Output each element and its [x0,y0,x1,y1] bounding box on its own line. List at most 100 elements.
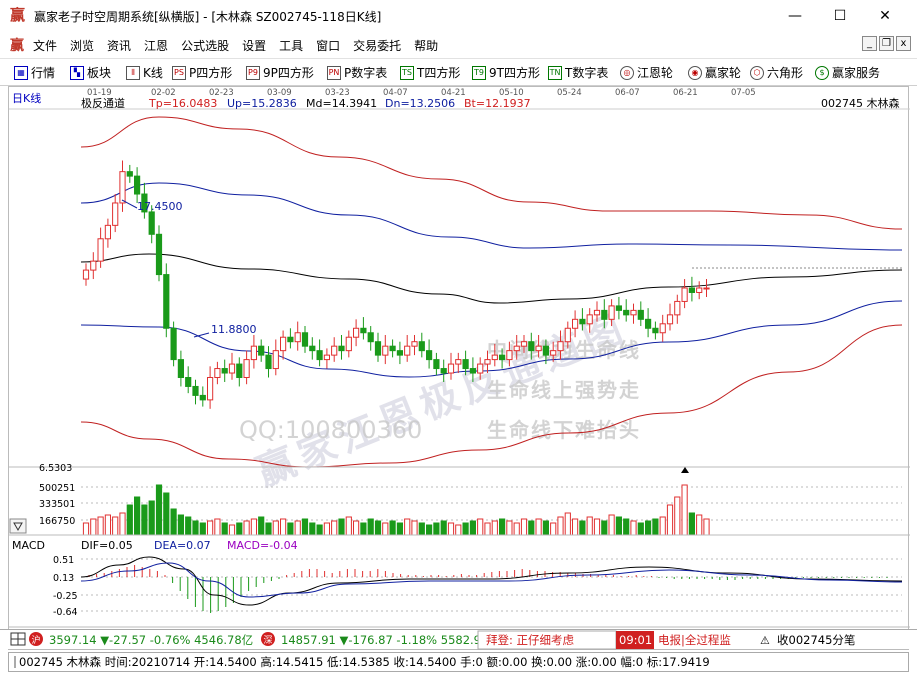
menu-item-2[interactable]: 资讯 [107,37,131,54]
mdi-restore-button[interactable]: ❐ [879,36,894,51]
toolbar-p-number-table-button[interactable]: PN P数字表 [327,64,387,81]
menu-item-4[interactable]: 公式选股 [181,37,229,54]
life-line [80,253,903,304]
candle-body [134,175,141,195]
candle-body [696,287,703,293]
volume-bar [440,520,447,536]
menu-item-9[interactable]: 帮助 [414,37,438,54]
kline-chart[interactable]: 日K线 01-19 02-02 02-23 03-09 03-23 04-07 04-21 05… [9,87,910,651]
volume-bar [623,518,630,536]
maximize-button[interactable]: ☐ [825,5,855,27]
candle-body [593,309,601,316]
candle-body [280,336,287,352]
candle-body [287,336,294,343]
toolbar-label: T数字表 [565,66,609,80]
candle-body [250,345,258,361]
candle-body [353,327,360,338]
candle-body [652,327,659,334]
dollar-icon: $ [815,65,829,80]
candle-body [418,341,425,352]
volume-bar [447,522,455,536]
toolbar-label: 赢家轮 [705,66,742,80]
candle-body [90,260,97,271]
toolbar-label: 六角形 [767,66,804,80]
volume-bar [207,520,214,536]
candle-body [345,336,352,352]
upper-channel-line [80,182,903,251]
volume-bar [389,520,396,536]
menu-item-5[interactable]: 设置 [242,37,266,54]
shenzhen-index-text: 14857.91 ▼-176.87 -1.18% 5582.9 [281,633,481,647]
blocks-icon: ▚ [70,65,84,80]
menu-item-3[interactable]: 江恩 [144,37,168,54]
toolbar-label: T四方形 [417,66,461,80]
mdi-minimize-button[interactable]: _ [862,36,877,51]
menu-item-8[interactable]: 交易委托 [353,37,401,54]
alert-text[interactable]: 收002745分笔 [777,633,855,647]
shanghai-badge-text: 沪 [31,634,40,646]
volume-bar [301,518,309,536]
market-status-svg: 沪 3597.14 ▼-27.57 -0.76% 4546.78亿 深 1485… [10,630,855,650]
toolbar-9p-square-button[interactable]: P9 9P四方形 [246,64,314,81]
candle-body [236,363,243,379]
quote-detail-svg: 002745 木林森 时间:20210714 开:14.5400 高:14.54… [14,655,710,669]
toolbar-p-square-button[interactable]: PS P四方形 [172,64,232,81]
bt-value: Bt=12.1937 [464,97,531,110]
volume-bar [615,516,622,536]
macd-tick-label: 0.51 [53,555,74,566]
p-square-icon: PS [172,65,186,80]
candle-body [557,341,564,352]
volume-bar [228,524,236,536]
macd-tick-label: 0.13 [53,573,74,584]
volume-bar [294,520,301,536]
toolbar-dollar-button[interactable]: $ 赢家服务 [815,64,880,81]
candle-body [506,350,513,361]
candle-body [513,345,520,352]
candle-body [148,211,155,235]
toolbar-9t-square-button[interactable]: T9 9T四方形 [472,64,540,81]
volume-bar [134,496,141,536]
volume-bar [579,520,586,536]
toolbar-t-square-button[interactable]: TS T四方形 [400,64,460,81]
volume-bar [374,520,382,536]
volume-bar [316,524,323,536]
news-link[interactable]: 电报|全过程监 [658,633,731,647]
menu-item-7[interactable]: 窗口 [316,37,340,54]
menu-item-0[interactable]: 文件 [33,37,57,54]
chart-area[interactable]: 日K线 01-19 02-02 02-23 03-09 03-23 04-07 04-21 05… [8,86,910,651]
volume-bar [681,484,688,536]
candle-body [550,350,557,356]
volume-tick-label: 166750 [39,516,75,527]
volume-bar [506,520,513,536]
toolbar-candlestick-button[interactable]: ⫴ K线 [126,64,163,81]
volume-bar [572,518,579,536]
date-tick-label: 06-07 [615,88,640,98]
toolbar-hexagon-button[interactable]: ⬡ 六角形 [750,64,803,81]
toolbar-blocks-button[interactable]: ▚ 板块 [70,64,111,81]
volume-bar [119,512,126,536]
toolbar-winner-wheel-button[interactable]: ◉ 赢家轮 [688,64,741,81]
volume-bar [586,516,593,536]
candle-body [207,377,214,401]
candle-body [301,332,309,347]
volume-bar [674,496,681,536]
shanghai-index-text: 3597.14 ▼-27.57 -0.76% 4546.78亿 [49,633,253,647]
candle-body [535,345,542,352]
toolbar-grid-button[interactable]: ▦ 行情 [14,64,55,81]
winner-wheel-icon: ◉ [688,65,702,80]
close-button[interactable]: ✕ [870,5,900,27]
quote-detail-text: 002745 木林森 时间:20210714 开:14.5400 高:14.54… [19,655,710,669]
menu-item-1[interactable]: 浏览 [70,37,94,54]
candle-body [82,269,90,280]
menu-item-6[interactable]: 工具 [279,37,303,54]
volume-bar [484,522,491,536]
volume-bar [542,520,549,536]
volume-bar [367,518,374,536]
toolbar-t-number-table-button[interactable]: TN T数字表 [548,64,608,81]
mdi-close-button[interactable]: x [896,36,911,51]
candle-body [338,345,345,352]
candle-body [374,341,382,356]
minimize-button[interactable]: — [780,5,810,27]
toolbar-gann-wheel-button[interactable]: ◎ 江恩轮 [620,64,673,81]
t-square-icon: TS [400,65,414,80]
